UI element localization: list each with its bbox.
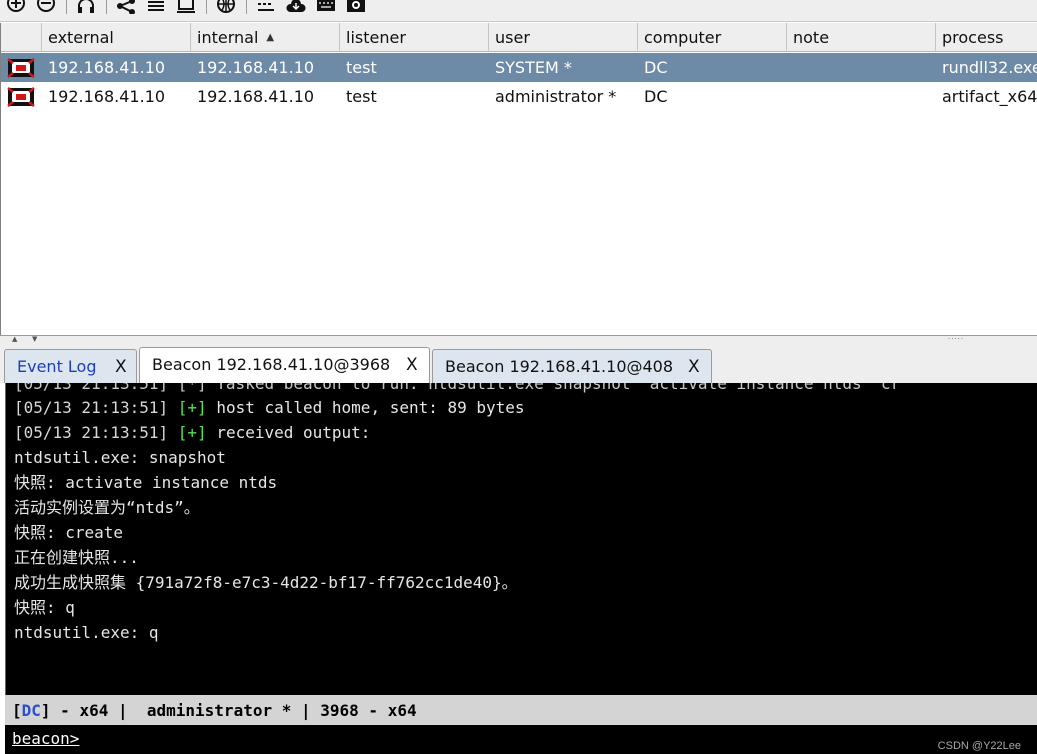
cell-external: 192.168.41.10 bbox=[48, 58, 166, 77]
column-header-label: note bbox=[793, 28, 830, 47]
list-icon[interactable] bbox=[146, 0, 166, 14]
status-bracket: [ bbox=[12, 701, 22, 720]
column-header-internal[interactable]: internal ▲ bbox=[191, 23, 340, 52]
sort-ascending-icon: ▲ bbox=[266, 32, 275, 43]
plus-icon[interactable] bbox=[6, 0, 26, 14]
status-details: ] - x64 | administrator * | 3968 - x64 bbox=[40, 701, 417, 720]
tab-beacon-408[interactable]: Beacon 192.168.41.10@408 X bbox=[432, 349, 712, 383]
column-header-label: listener bbox=[346, 28, 406, 47]
toolbar-separator bbox=[66, 0, 67, 14]
beacon-session-icon bbox=[7, 58, 35, 78]
cloud-download-icon[interactable] bbox=[286, 0, 306, 14]
cell-computer: DC bbox=[644, 58, 668, 77]
console-output-line: 成功生成快照集 {791a72f8-e7c3-4d22-bf17-ff762cc… bbox=[14, 573, 518, 592]
tab-label: Beacon 192.168.41.10@3968 bbox=[152, 355, 391, 374]
cell-listener: test bbox=[346, 58, 377, 77]
beacon-prompt: beacon> bbox=[12, 729, 80, 748]
minus-icon[interactable] bbox=[36, 0, 56, 14]
keyboard-icon[interactable] bbox=[316, 0, 336, 14]
column-header-label: internal bbox=[197, 28, 259, 47]
beacon-console-output[interactable]: [05/13 21:13:51] [*] Tasked beacon to ru… bbox=[5, 383, 1037, 695]
cell-external: 192.168.41.10 bbox=[48, 87, 166, 106]
cell-listener: test bbox=[346, 87, 377, 106]
cell-computer: DC bbox=[644, 87, 668, 106]
beacon-table: external internal ▲ listener user compute… bbox=[0, 23, 1037, 335]
cell-user: administrator * bbox=[495, 87, 617, 106]
share-icon[interactable] bbox=[116, 0, 136, 14]
toolbar bbox=[0, 0, 1037, 22]
column-header-label: process bbox=[942, 28, 1004, 47]
cell-note bbox=[787, 82, 936, 111]
log-success-tag: [+] bbox=[177, 398, 207, 417]
tab-label: Beacon 192.168.41.10@408 bbox=[445, 357, 674, 376]
collapse-up-icon[interactable]: ▲ bbox=[12, 336, 17, 343]
camera-icon[interactable] bbox=[346, 0, 366, 14]
tab-close-button[interactable]: X bbox=[688, 357, 700, 377]
column-header-computer[interactable]: computer bbox=[638, 23, 787, 52]
column-header-process[interactable]: process bbox=[936, 23, 1037, 52]
console-output-line: 正在创建快照... bbox=[14, 548, 139, 567]
table-row[interactable]: 192.168.41.10 192.168.41.10 test SYSTEM … bbox=[1, 53, 1037, 82]
log-timestamp: [05/13 21:13:51] bbox=[14, 423, 169, 442]
console-line: [05/13 21:13:51] [+] received output: bbox=[14, 420, 370, 445]
console-output-line: 快照: create bbox=[14, 523, 124, 542]
tab-beacon-3968[interactable]: Beacon 192.168.41.10@3968 X bbox=[139, 347, 430, 384]
tab-label: Event Log bbox=[17, 357, 97, 376]
collapse-down-icon[interactable]: ▼ bbox=[32, 336, 37, 343]
column-header-label: user bbox=[495, 28, 530, 47]
console-line: [05/13 21:13:51] [+] host called home, s… bbox=[14, 395, 525, 420]
cell-process: artifact_x64. bbox=[942, 87, 1037, 106]
split-pane-divider[interactable]: ▲ ▼ ····· bbox=[0, 335, 1037, 343]
console-output-line: ntdsutil.exe: snapshot bbox=[14, 448, 226, 467]
tab-bar: Event Log X Beacon 192.168.41.10@3968 X … bbox=[0, 343, 1037, 384]
cell-note bbox=[787, 53, 936, 82]
console-output-line: 活动实例设置为“ntds”。 bbox=[14, 498, 200, 517]
toolbar-separator bbox=[206, 0, 207, 14]
grip-icon[interactable]: ····· bbox=[948, 336, 964, 343]
cell-internal: 192.168.41.10 bbox=[197, 87, 315, 106]
monitor-icon[interactable] bbox=[176, 0, 196, 14]
column-header-user[interactable]: user bbox=[489, 23, 638, 52]
toolbar-separator bbox=[246, 0, 247, 14]
web-log-icon[interactable] bbox=[256, 0, 276, 14]
beacon-session-icon bbox=[7, 87, 35, 107]
watermark: CSDN @Y22Lee bbox=[937, 740, 1021, 752]
column-header-icon[interactable] bbox=[1, 23, 42, 52]
log-text: received output: bbox=[216, 423, 371, 442]
column-header-label: external bbox=[48, 28, 114, 47]
toolbar-separator bbox=[106, 0, 107, 14]
cell-user: SYSTEM * bbox=[495, 58, 572, 77]
beacon-command-input[interactable]: beacon> CSDN @Y22Lee bbox=[5, 725, 1037, 754]
cell-process: rundll32.exe bbox=[942, 58, 1037, 77]
column-header-note[interactable]: note bbox=[787, 23, 936, 52]
column-header-label: computer bbox=[644, 28, 722, 47]
status-computer: DC bbox=[21, 701, 41, 720]
log-text: host called home, sent: 89 bytes bbox=[216, 398, 525, 417]
column-header-external[interactable]: external bbox=[42, 23, 191, 52]
headphones-icon[interactable] bbox=[76, 0, 96, 14]
table-header: external internal ▲ listener user compute… bbox=[1, 23, 1037, 52]
globe-icon[interactable] bbox=[216, 0, 236, 14]
beacon-status-bar: [DC] - x64 | administrator * | 3968 - x6… bbox=[5, 695, 1037, 725]
console-output-line: ntdsutil.exe: q bbox=[14, 623, 159, 642]
column-header-listener[interactable]: listener bbox=[340, 23, 489, 52]
tab-close-button[interactable]: X bbox=[115, 357, 127, 377]
table-row[interactable]: 192.168.41.10 192.168.41.10 test adminis… bbox=[1, 82, 1037, 111]
console-output-line: 快照: activate instance ntds bbox=[14, 473, 278, 492]
log-timestamp: [05/13 21:13:51] bbox=[14, 398, 169, 417]
cell-internal: 192.168.41.10 bbox=[197, 58, 315, 77]
tab-close-button[interactable]: X bbox=[406, 355, 418, 375]
log-success-tag: [+] bbox=[177, 423, 207, 442]
console-output-line: 快照: q bbox=[14, 598, 75, 617]
tab-event-log[interactable]: Event Log X bbox=[4, 349, 137, 383]
